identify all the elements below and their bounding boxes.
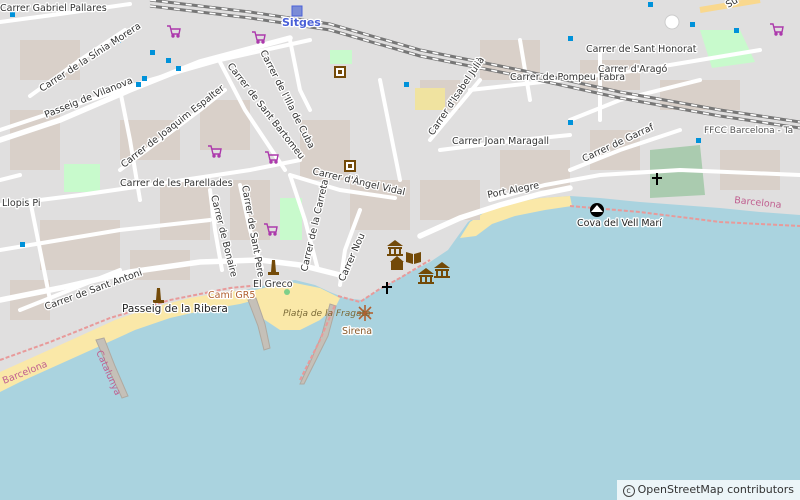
street-label-sant-honorat: Carrer de Sant Honorat (586, 44, 697, 55)
park-north (330, 50, 352, 64)
museum-icon[interactable] (418, 268, 434, 284)
museum-icon[interactable] (434, 262, 450, 278)
roundabout (664, 14, 680, 30)
copyright-icon: c (622, 485, 635, 497)
park-northwest (64, 164, 100, 192)
rail-label: FFCC Barcelona - Ta (704, 126, 793, 136)
street-label-arago: Carrer d'Aragó (598, 64, 668, 75)
street-label-joan-maragall: Carrer Joan Maragall (452, 136, 549, 147)
cinema-icon[interactable] (334, 66, 346, 78)
map-canvas[interactable]: Carrer Gabriel Pallares Carrer de la Sín… (0, 0, 800, 500)
passeig-label-line1: Passeig de la Ribera (122, 303, 228, 315)
museum-grounds (415, 88, 445, 110)
cave-icon[interactable] (590, 203, 604, 217)
street-label-gr5: Camí GR5 (208, 290, 255, 301)
street-label-llopis-pi: Llopis Pi (2, 198, 41, 209)
el-greco-label: El Greco (253, 279, 293, 290)
map-attribution[interactable]: c OpenStreetMap contributors (616, 480, 800, 500)
cave-label: Cova del Vell Marí (577, 218, 662, 229)
sirena-label: Sirena (342, 326, 372, 337)
cinema-icon[interactable] (344, 160, 356, 172)
station-marker (291, 5, 303, 17)
street-label-parellades: Carrer de les Parellades (120, 178, 233, 189)
attribution-text[interactable]: OpenStreetMap contributors (638, 483, 794, 496)
beach-label: Platja de la Fragata (283, 309, 371, 319)
station-label: Sitges (282, 16, 321, 29)
street-label-gabriel-pallares: Carrer Gabriel Pallares (0, 3, 107, 14)
